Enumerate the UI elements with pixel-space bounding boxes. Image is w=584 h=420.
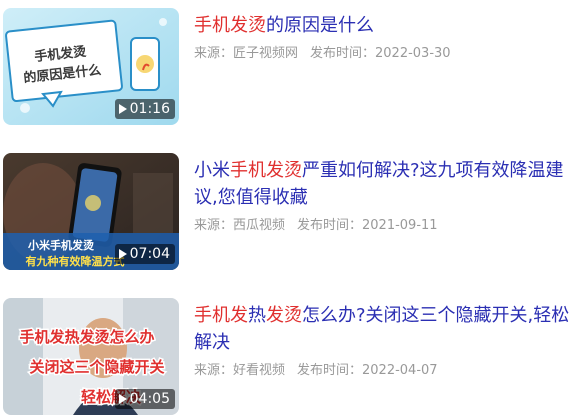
source-label: 来源：好看视频 [194,363,286,378]
source-label: 来源：西瓜视频 [194,218,286,233]
title-highlight: 手机发烫 [230,160,302,181]
title-highlight: 发烫 [266,305,302,326]
video-title-link[interactable]: 手机发热发烫怎么办?关闭这三个隐藏开关,轻松解决 [194,302,574,356]
video-meta: 来源：西瓜视频 发布时间：2021-09-11 [194,217,574,235]
thumb-caption-line: 有九种有效降温方式 [26,254,125,268]
duration-badge: 04:05 [114,389,175,409]
video-meta: 来源：匠子视频网 发布时间：2022-03-30 [194,45,574,63]
video-result-item: 小米手机发烫 有九种有效降温方式 07:04 小米手机发烫严重如何解决?这九项有… [0,153,584,273]
video-info: 手机发热发烫怎么办?关闭这三个隐藏开关,轻松解决 来源：好看视频 发布时间：202… [194,302,574,380]
video-info: 小米手机发烫严重如何解决?这九项有效降温建议,您值得收藏 来源：西瓜视频 发布时间… [194,157,574,235]
title-highlight: 手机发 [194,305,248,326]
video-result-item: 手机发热发烫怎么办 关闭这三个隐藏开关 轻松解决 04:05 手机发热发烫怎么办… [0,298,584,418]
video-title-link[interactable]: 手机发烫的原因是什么 [194,12,574,39]
video-thumbnail[interactable]: 手机发热发烫怎么办 关闭这三个隐藏开关 轻松解决 04:05 [3,298,179,415]
title-highlight: 手机发烫 [194,15,266,36]
publish-time: 发布时间：2022-03-30 [310,46,451,61]
duration-badge: 01:16 [114,99,175,119]
thumb-caption-line: 小米手机发烫 [27,238,95,252]
title-text: 小米 [194,160,230,181]
play-icon [118,249,127,259]
video-meta: 来源：好看视频 发布时间：2022-04-07 [194,362,574,380]
publish-time: 发布时间：2022-04-07 [297,363,438,378]
duration-text: 01:16 [129,101,170,117]
title-text: 热 [248,305,266,326]
play-icon [118,394,127,404]
video-title-link[interactable]: 小米手机发烫严重如何解决?这九项有效降温建议,您值得收藏 [194,157,574,211]
duration-badge: 07:04 [114,244,175,264]
play-icon [118,104,127,114]
video-thumbnail[interactable]: 小米手机发烫 有九种有效降温方式 07:04 [3,153,179,270]
video-thumbnail[interactable]: 手机发烫 的原因是什么 01:16 [3,8,179,125]
publish-time: 发布时间：2021-09-11 [297,218,438,233]
source-label: 来源：匠子视频网 [194,46,299,61]
video-info: 手机发烫的原因是什么 来源：匠子视频网 发布时间：2022-03-30 [194,12,574,63]
thumb-caption-line: 手机发热发烫怎么办 [19,328,154,346]
duration-text: 07:04 [129,246,170,262]
video-result-item: 手机发烫 的原因是什么 01:16 手机发烫的原因是什么 来源：匠子视频网 发布时… [0,8,584,128]
title-text: 的原因是什么 [266,15,374,36]
video-result-list: 手机发烫 的原因是什么 01:16 手机发烫的原因是什么 来源：匠子视频网 发布时… [0,0,584,420]
thumb-caption-line: 关闭这三个隐藏开关 [29,358,164,376]
duration-text: 04:05 [129,391,170,407]
